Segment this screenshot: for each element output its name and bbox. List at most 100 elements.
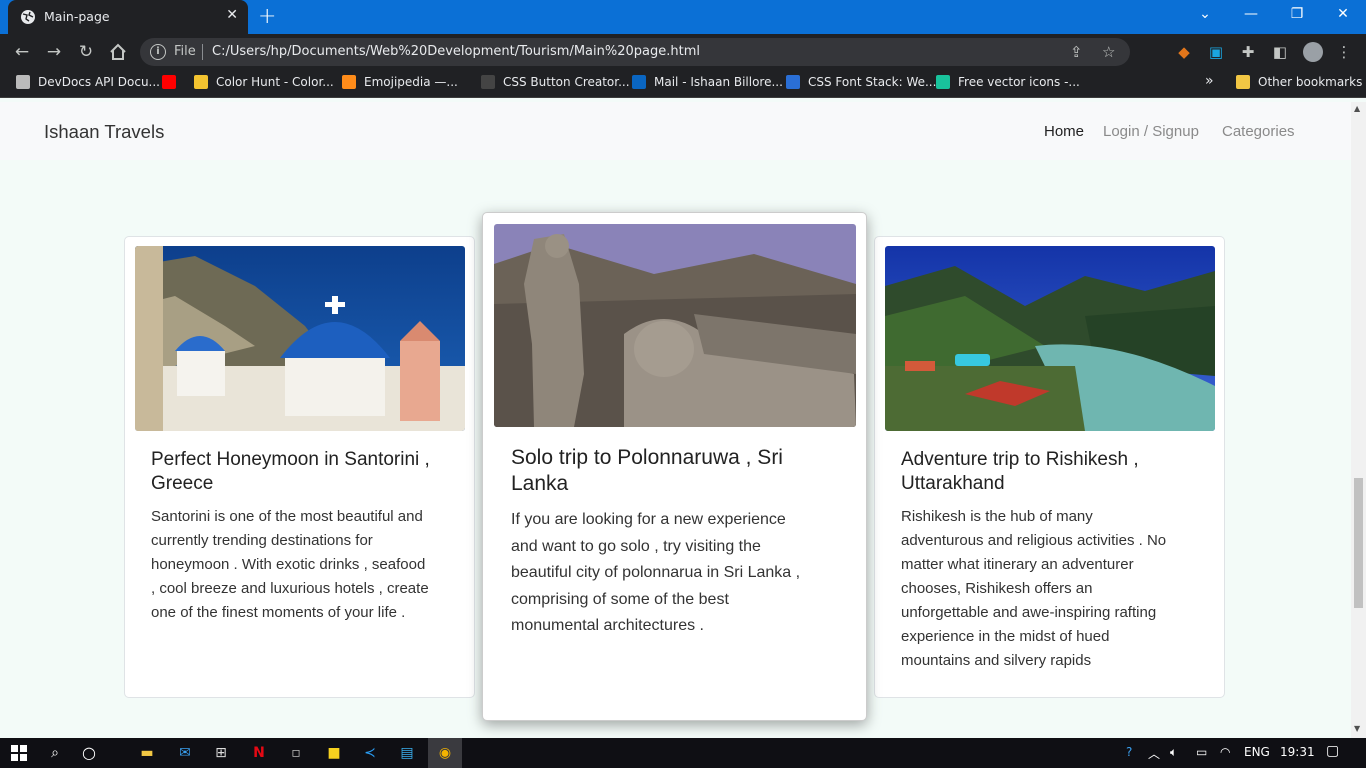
card-text-line: adventurous and religious activities . N… xyxy=(901,532,1167,549)
close-window-button[interactable]: ✕ xyxy=(1320,0,1366,30)
clock[interactable]: 19:31 xyxy=(1280,745,1315,759)
card-text-line: experience in the midst of hued xyxy=(901,628,1110,645)
site-navbar: Ishaan Travels Home Login / Signup Categ… xyxy=(0,102,1351,160)
bookmark-colorhunt[interactable]: Color Hunt - Color... xyxy=(194,75,334,93)
card-title: Adventure trip to Rishikesh , Uttarakhan… xyxy=(901,448,1139,496)
bookmark-label: Mail - Ishaan Billore... xyxy=(654,75,783,89)
url-text[interactable]: C:/Users/hp/Documents/Web%20Development/… xyxy=(212,44,700,59)
polonnaruwa-image xyxy=(494,224,856,427)
restore-button[interactable]: ❐ xyxy=(1274,0,1320,30)
search-icon[interactable]: ⌕ xyxy=(46,744,64,762)
card-polonnaruwa[interactable]: Solo trip to Polonnaruwa , Sri Lanka If … xyxy=(482,212,867,721)
share-icon[interactable]: ⇪ xyxy=(1070,43,1083,61)
card-text-line: Santorini is one of the most beautiful a… xyxy=(151,508,423,525)
tab-search-icon[interactable]: ⌄ xyxy=(1182,0,1228,30)
card-rishikesh[interactable]: Adventure trip to Rishikesh , Uttarakhan… xyxy=(874,236,1225,698)
bookmark-label: CSS Button Creator... xyxy=(503,75,630,89)
site-brand[interactable]: Ishaan Travels xyxy=(44,121,164,143)
bookmark-label: Emojipedia —... xyxy=(364,75,458,89)
scrollbar-thumb[interactable] xyxy=(1354,478,1363,608)
language-indicator[interactable]: ENG xyxy=(1244,745,1270,759)
card-text: Rishikesh is the hub of many adventurous… xyxy=(901,505,1166,673)
forward-icon[interactable]: → xyxy=(44,42,64,62)
card-title: Perfect Honeymoon in Santorini , Greece xyxy=(151,448,430,496)
bookmark-youtube[interactable] xyxy=(162,75,184,93)
separator xyxy=(202,44,203,60)
gear-icon xyxy=(481,75,495,89)
store-icon[interactable]: ⊞ xyxy=(212,744,230,762)
chrome-taskbar-icon[interactable]: ◉ xyxy=(428,738,462,768)
bookmark-mail[interactable]: Mail - Ishaan Billore... xyxy=(632,75,783,93)
card-title-line: Greece xyxy=(151,473,214,494)
scroll-down-arrow-icon[interactable]: ▼ xyxy=(1354,724,1360,733)
card-santorini[interactable]: Perfect Honeymoon in Santorini , Greece … xyxy=(124,236,475,698)
vscode-icon[interactable]: ≺ xyxy=(361,744,379,762)
card-title-line: Solo trip to Polonnaruwa , Sri xyxy=(511,446,783,469)
nav-categories[interactable]: Categories xyxy=(1222,123,1295,140)
volume-icon[interactable]: 🔈︎ xyxy=(1170,745,1177,760)
address-bar[interactable]: i File C:/Users/hp/Documents/Web%20Devel… xyxy=(140,38,1130,66)
notifications-icon[interactable]: ▢ xyxy=(1326,743,1339,759)
metamask-icon[interactable]: ◆ xyxy=(1175,43,1193,61)
other-bookmarks-folder[interactable]: Other bookmarks xyxy=(1236,75,1362,93)
battery-icon[interactable]: ▭ xyxy=(1196,745,1207,759)
youtube-icon xyxy=(162,75,176,89)
mail-icon[interactable]: ✉ xyxy=(176,744,194,762)
file-explorer-icon[interactable]: ▬ xyxy=(138,744,156,762)
card-title: Solo trip to Polonnaruwa , Sri Lanka xyxy=(511,445,783,497)
bookmark-css-font-stack[interactable]: CSS Font Stack: We... xyxy=(786,75,936,93)
sticky-notes-icon[interactable]: ■ xyxy=(325,744,343,762)
back-icon[interactable]: ← xyxy=(12,42,32,62)
nav-login-signup[interactable]: Login / Signup xyxy=(1103,123,1199,140)
netflix-icon[interactable]: N xyxy=(250,744,268,762)
card-text-line: honeymoon . With exotic drinks , seafood xyxy=(151,556,426,573)
chevron-up-icon[interactable]: ︿ xyxy=(1148,745,1160,762)
file-label: File xyxy=(174,44,196,59)
card-text: Santorini is one of the most beautiful a… xyxy=(151,505,429,625)
nav-home[interactable]: Home xyxy=(1044,123,1084,140)
new-tab-button[interactable]: + xyxy=(258,4,276,29)
globe-icon xyxy=(21,10,35,24)
side-panel-icon[interactable]: ◧ xyxy=(1271,43,1289,61)
tab-main-page[interactable]: Main-page ✕ xyxy=(8,0,248,34)
app-icon[interactable]: ▤ xyxy=(398,744,416,762)
card-text-line: If you are looking for a new experience xyxy=(511,511,786,528)
extensions-puzzle-icon[interactable]: ✚ xyxy=(1239,43,1257,61)
bookmark-star-icon[interactable]: ☆ xyxy=(1102,43,1115,61)
bookmark-devdocs[interactable]: DevDocs API Docu... xyxy=(16,75,160,93)
reload-icon[interactable]: ↻ xyxy=(76,42,96,62)
windows-start-icon[interactable] xyxy=(10,744,28,762)
card-title-line: Adventure trip to Rishikesh , xyxy=(901,449,1139,470)
profile-avatar[interactable] xyxy=(1303,42,1323,62)
bookmark-css-button-creator[interactable]: CSS Button Creator... xyxy=(481,75,630,93)
home-icon[interactable] xyxy=(108,42,128,62)
card-text-line: , cool breeze and luxurious hotels , cre… xyxy=(151,580,429,597)
minimize-button[interactable]: — xyxy=(1228,0,1274,30)
flaticon-icon xyxy=(936,75,950,89)
card-text-line: chooses, Rishikesh offers an xyxy=(901,580,1093,597)
card-text-line: beautiful city of polonnarua in Sri Lank… xyxy=(511,564,801,581)
screenshot-extension-icon[interactable]: ▣ xyxy=(1207,43,1225,61)
wifi-icon[interactable]: ◠ xyxy=(1220,745,1230,759)
bookmark-free-vector-icons[interactable]: Free vector icons -... xyxy=(936,75,1080,93)
media-icon[interactable]: ▫ xyxy=(287,744,305,762)
card-title-line: Uttarakhand xyxy=(901,473,1005,494)
card-text-line: matter what itinerary an adventurer xyxy=(901,556,1134,573)
bookmark-label: Other bookmarks xyxy=(1258,75,1363,89)
windows-taskbar: ⌕ ○ ▬ ✉ ⊞ N ▫ ■ ≺ ▤ ◉ ? ︿ 🔈︎ ▭ ◠ ENG 19:… xyxy=(0,738,1366,768)
bookmark-label: Color Hunt - Color... xyxy=(216,75,334,89)
menu-kebab-icon[interactable]: ⋮ xyxy=(1335,43,1353,61)
card-title-line: Lanka xyxy=(511,472,569,495)
card-text: If you are looking for a new experience … xyxy=(511,507,800,640)
bookmark-emojipedia[interactable]: Emojipedia —... xyxy=(342,75,458,93)
cortana-icon[interactable]: ○ xyxy=(80,744,98,762)
card-text-line: comprising of some of the best xyxy=(511,590,729,608)
card-title-line: Perfect Honeymoon in Santorini , xyxy=(151,449,430,470)
more-bookmarks-button[interactable]: » xyxy=(1205,73,1214,91)
page-scrollbar[interactable]: ▲ ▼ xyxy=(1351,102,1366,738)
scroll-up-arrow-icon[interactable]: ▲ xyxy=(1354,104,1360,113)
help-icon[interactable]: ? xyxy=(1126,745,1132,759)
close-tab-icon[interactable]: ✕ xyxy=(226,7,238,23)
bookmark-label: DevDocs API Docu... xyxy=(38,75,160,89)
info-icon[interactable]: i xyxy=(150,44,166,60)
